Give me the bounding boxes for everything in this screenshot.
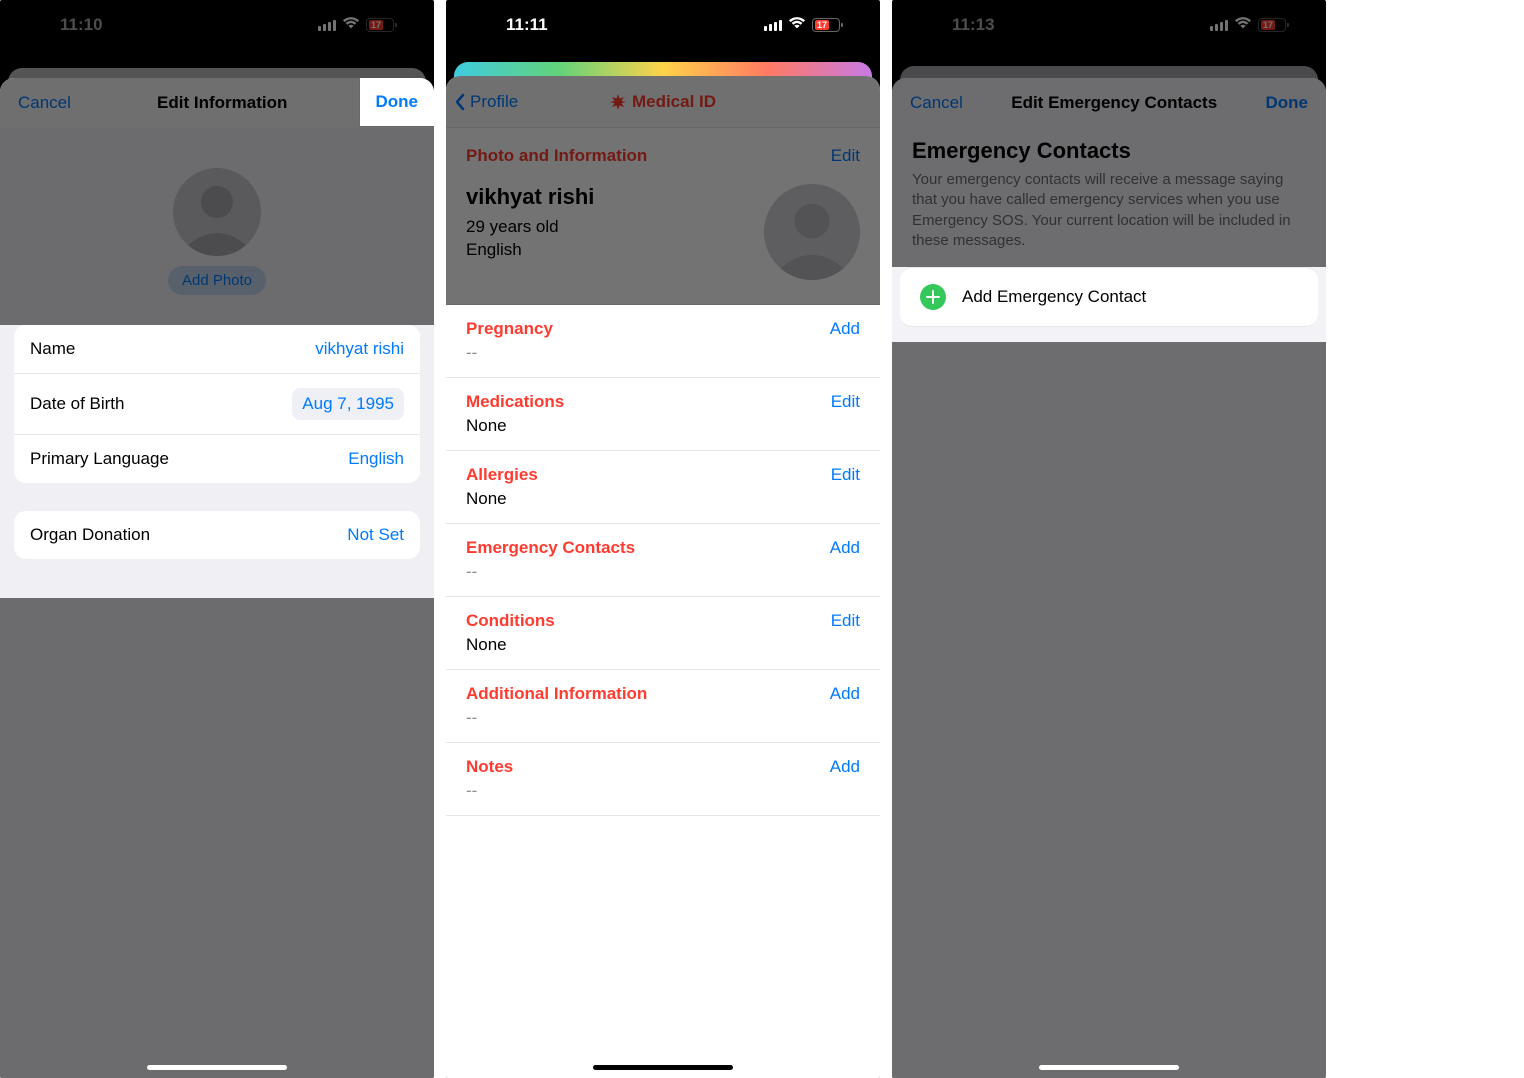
nav-bar: Profile Medical ID: [446, 76, 880, 128]
status-time: 11:13: [952, 15, 995, 35]
done-button[interactable]: Done: [1266, 93, 1309, 113]
medical-sections-list: PregnancyAdd -- MedicationsEdit None All…: [446, 305, 880, 816]
additional-info-row[interactable]: Additional InformationAdd --: [446, 670, 880, 743]
language-label: Primary Language: [30, 449, 169, 469]
cellular-icon: [318, 20, 336, 31]
phone-screen-1: 11:10 17 Cancel Edit Information Done: [0, 0, 434, 1078]
avatar-placeholder: [764, 184, 860, 280]
add-button[interactable]: Add: [830, 757, 860, 777]
edit-info-sheet: Cancel Edit Information Done Add Photo D…: [0, 78, 434, 1078]
pregnancy-row[interactable]: PregnancyAdd --: [446, 305, 880, 378]
dim-below: [0, 598, 434, 1078]
back-button[interactable]: Profile: [454, 76, 518, 127]
medical-star-icon: [610, 94, 626, 110]
notes-row[interactable]: NotesAdd --: [446, 743, 880, 816]
dob-label: Date of Birth: [30, 394, 125, 414]
section-title: Photo and Information: [466, 146, 647, 166]
medical-id-sheet: Profile Medical ID Photo and Information…: [446, 76, 880, 1078]
medications-row[interactable]: MedicationsEdit None: [446, 378, 880, 451]
cancel-button[interactable]: Cancel: [18, 93, 71, 113]
edit-button[interactable]: Edit: [831, 392, 860, 412]
nav-bar: Cancel Edit Emergency Contacts Done: [892, 78, 1326, 128]
dob-value: Aug 7, 1995: [292, 388, 404, 420]
edit-button[interactable]: Edit: [831, 611, 860, 631]
section-heading: Emergency Contacts: [912, 138, 1306, 164]
status-bar: 11:10 17: [0, 0, 434, 50]
nav-title: Medical ID: [610, 92, 716, 112]
add-button[interactable]: Add: [830, 538, 860, 558]
wifi-icon: [788, 15, 806, 35]
phone-screen-2: 11:11 17 Profile Medical ID: [446, 0, 880, 1078]
status-bar: 11:11 17: [446, 0, 880, 50]
cancel-button[interactable]: Cancel: [910, 93, 963, 113]
battery-level: 17: [1261, 20, 1275, 30]
battery-icon: 17: [812, 18, 840, 32]
plus-icon: [920, 284, 946, 310]
cellular-icon: [764, 20, 782, 31]
add-button[interactable]: Add: [830, 319, 860, 339]
add-button[interactable]: Add: [830, 684, 860, 704]
name-label: Name: [30, 339, 75, 359]
allergies-row[interactable]: AllergiesEdit None: [446, 451, 880, 524]
add-photo-button[interactable]: Add Photo: [168, 266, 266, 295]
emergency-contacts-row[interactable]: Emergency ContactsAdd --: [446, 524, 880, 597]
organ-value: Not Set: [347, 525, 404, 545]
home-indicator[interactable]: [593, 1065, 733, 1070]
conditions-row[interactable]: ConditionsEdit None: [446, 597, 880, 670]
person-name: vikhyat rishi: [466, 184, 594, 210]
organ-label: Organ Donation: [30, 525, 150, 545]
wifi-icon: [342, 15, 360, 35]
nav-title: Edit Information: [157, 93, 287, 113]
avatar-placeholder[interactable]: [173, 168, 261, 256]
add-emergency-contact-row[interactable]: Add Emergency Contact: [900, 267, 1318, 327]
person-age: 29 years old: [466, 216, 594, 239]
person-language: English: [466, 239, 594, 262]
status-time: 11:11: [506, 15, 548, 35]
wifi-icon: [1234, 15, 1252, 35]
language-value: English: [348, 449, 404, 469]
dob-row[interactable]: Date of Birth Aug 7, 1995: [14, 374, 420, 435]
organ-donation-row[interactable]: Organ Donation Not Set: [14, 511, 420, 559]
done-button[interactable]: Done: [360, 78, 435, 126]
chevron-left-icon: [454, 93, 466, 111]
home-indicator[interactable]: [147, 1065, 287, 1070]
name-row[interactable]: Name vikhyat rishi: [14, 325, 420, 374]
dim-below: [892, 342, 1326, 1078]
language-row[interactable]: Primary Language English: [14, 435, 420, 483]
edit-button[interactable]: Edit: [831, 146, 860, 166]
status-bar: 11:13 17: [892, 0, 1326, 50]
status-time: 11:10: [60, 15, 103, 35]
emergency-contacts-sheet: Cancel Edit Emergency Contacts Done Emer…: [892, 78, 1326, 1078]
form-list: Name vikhyat rishi Date of Birth Aug 7, …: [0, 325, 434, 559]
add-contact-label: Add Emergency Contact: [962, 287, 1146, 307]
cellular-icon: [1210, 20, 1228, 31]
battery-icon: 17: [1258, 18, 1286, 32]
battery-level: 17: [815, 20, 829, 30]
section-description: Your emergency contacts will receive a m…: [912, 170, 1306, 251]
edit-button[interactable]: Edit: [831, 465, 860, 485]
photo-info-header: Photo and Information Edit vikhyat rishi…: [446, 128, 880, 305]
nav-title: Edit Emergency Contacts: [1011, 93, 1217, 113]
name-value: vikhyat rishi: [315, 339, 404, 359]
battery-level: 17: [369, 20, 383, 30]
back-label: Profile: [470, 92, 518, 112]
home-indicator[interactable]: [1039, 1065, 1179, 1070]
phone-screen-3: 11:13 17 Cancel Edit Emergency Contacts …: [892, 0, 1326, 1078]
battery-icon: 17: [366, 18, 394, 32]
